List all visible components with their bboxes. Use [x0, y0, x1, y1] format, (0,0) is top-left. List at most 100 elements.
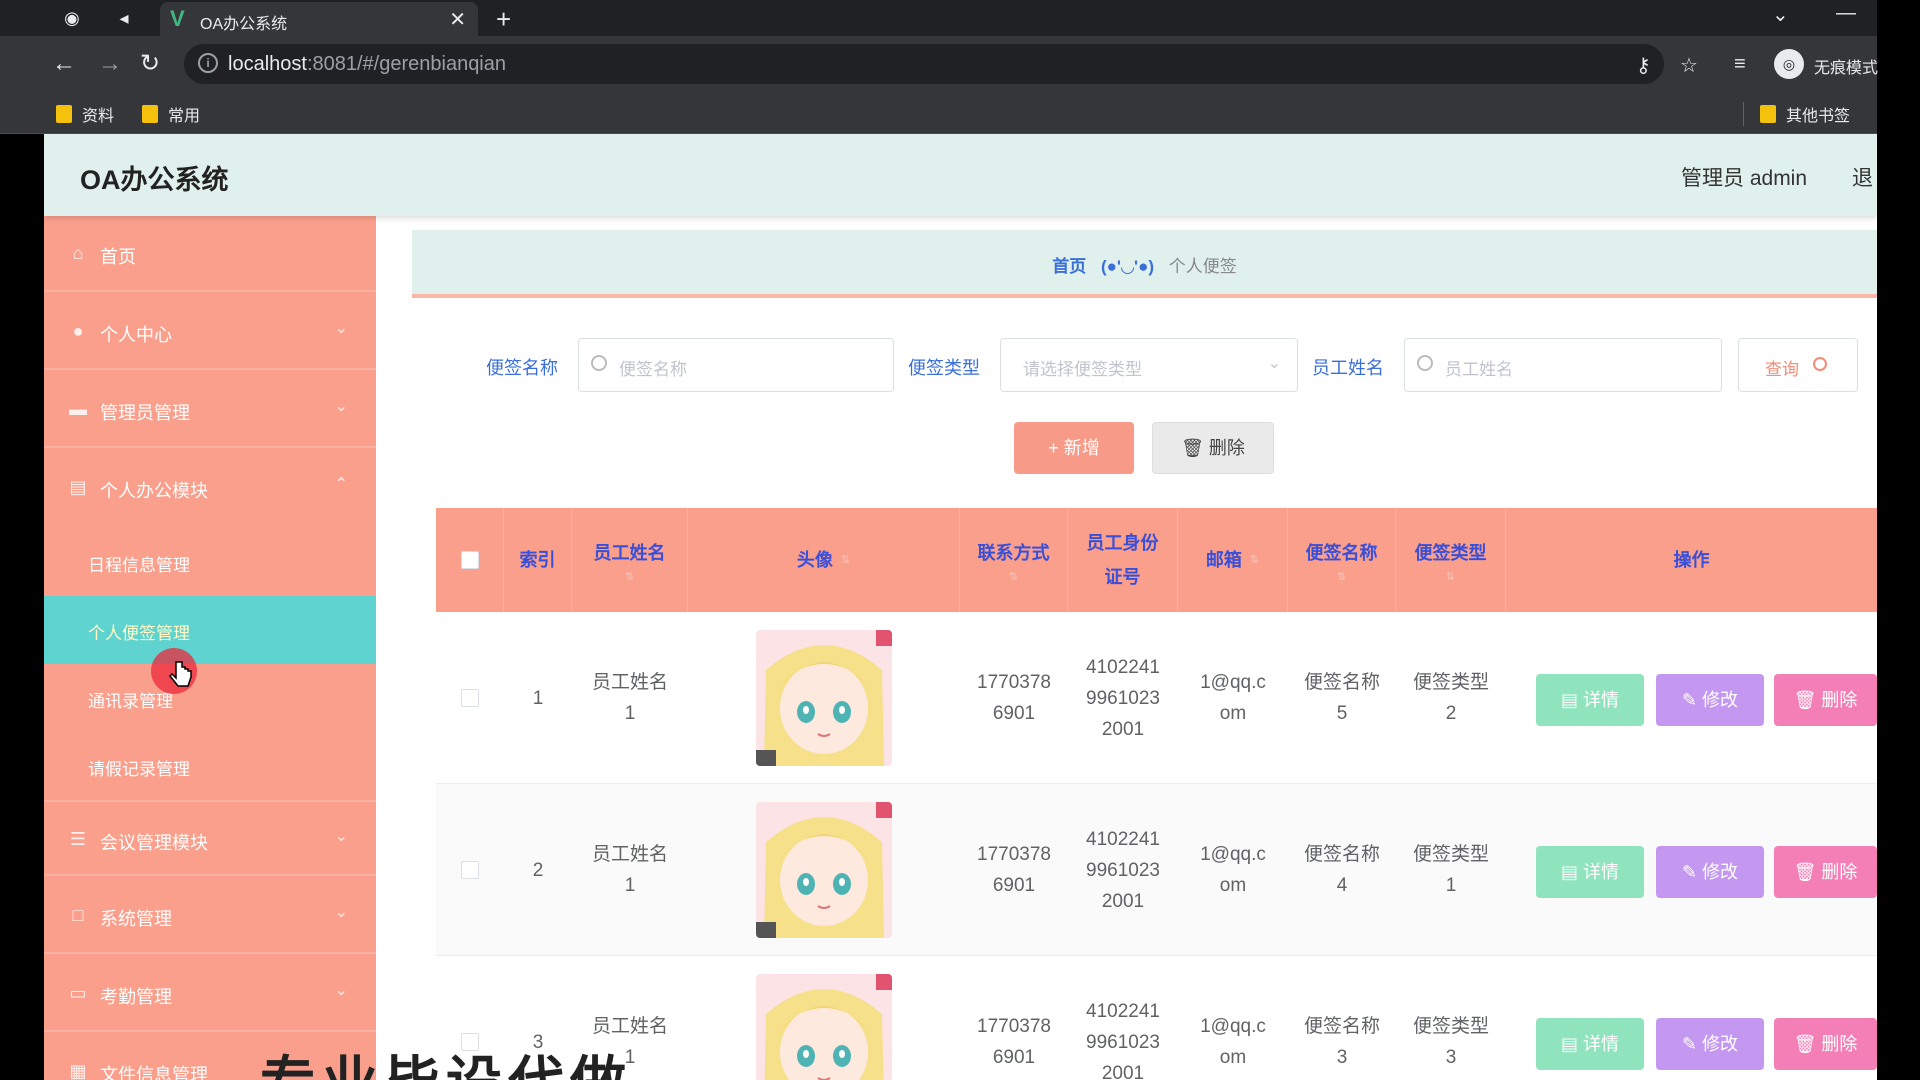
sidebar-item-office[interactable]: ▤ 个人办公模块 ⌃ [44, 450, 376, 526]
cell-index: 2 [532, 859, 544, 881]
table-row: 3 员工姓名 1 1770378 6901 4102241 9961023 2001 1… [436, 956, 1877, 1080]
detail-button[interactable]: ▤ 详情 [1536, 674, 1644, 726]
detail-button[interactable]: ▤ 详情 [1536, 1018, 1644, 1070]
trash-icon: 🗑 [1793, 690, 1822, 710]
breadcrumb-home-link[interactable]: 首页 [1052, 257, 1086, 276]
avatar-image [756, 802, 892, 938]
col-avatar[interactable]: 头像 ⇅ [688, 508, 960, 612]
reading-list-icon[interactable]: ≡ [1734, 53, 1746, 76]
breadcrumb-current: 个人便签 [1168, 257, 1237, 276]
sidebar-subitem-leave[interactable]: 请假记录管理 [44, 732, 376, 800]
sliders-icon: ☰ [69, 829, 87, 849]
note-type-label: 便签类型 [908, 358, 980, 378]
col-index[interactable]: 索引 [504, 508, 572, 612]
col-note-name[interactable]: 便签名称 ⇅ [1288, 508, 1396, 612]
query-button[interactable]: 查询 [1738, 338, 1858, 392]
sidebar-subitem-contacts[interactable]: 通讯录管理 [44, 664, 376, 732]
bookmark-star-icon[interactable]: ☆ [1680, 53, 1698, 78]
folder-icon [56, 105, 72, 123]
delete-button[interactable]: 🗑 删除 [1774, 846, 1877, 898]
file-icon: ▦ [69, 1061, 87, 1080]
sidebar-item-profile[interactable]: ● 个人中心 ⌄ [44, 294, 376, 370]
col-contact[interactable]: 联系方式 ⇅ [960, 508, 1068, 612]
user-icon: ● [72, 321, 84, 341]
sidebar-subitem-schedule[interactable]: 日程信息管理 [44, 528, 376, 596]
col-employee-name[interactable]: 员工姓名 ⇅ [572, 508, 688, 612]
select-all-checkbox[interactable] [460, 551, 479, 569]
cell-note-name: 便签名称 4 [1303, 844, 1380, 896]
sort-icon[interactable]: ⇅ [1009, 570, 1018, 584]
detail-button[interactable]: ▤ 详情 [1536, 846, 1644, 898]
cell-employee-name: 员工姓名 1 [591, 672, 668, 724]
chevron-down-icon: ⌄ [334, 904, 348, 921]
avatar[interactable] [756, 630, 892, 766]
row-checkbox[interactable] [461, 861, 479, 879]
note-name-input[interactable]: 便签名称 [578, 338, 894, 392]
mute-icon[interactable]: ◂ [112, 6, 136, 30]
sidebar-item-admin[interactable]: ▬ 管理员管理 ⌄ [44, 372, 376, 448]
site-info-icon[interactable]: i [198, 53, 218, 73]
bookmark-separator [1743, 102, 1744, 126]
trash-icon: 🗑 [1181, 438, 1209, 458]
pencil-icon: ✎ [1681, 690, 1703, 710]
col-email[interactable]: 邮箱 ⇅ [1178, 508, 1288, 612]
avatar[interactable] [756, 802, 892, 938]
sort-icon[interactable]: ⇅ [841, 553, 850, 567]
pencil-icon: ✎ [1681, 1034, 1703, 1054]
cell-avatar [688, 612, 960, 784]
vue-logo-icon: V [170, 6, 185, 31]
add-button[interactable]: + 新增 [1014, 422, 1134, 474]
batch-delete-button[interactable]: 🗑 删除 [1152, 422, 1274, 474]
search-icon [1813, 357, 1827, 371]
bookmark-folder-ziliao[interactable]: 资料 [56, 102, 114, 126]
row-select-cell [436, 612, 504, 784]
edit-button[interactable]: ✎ 修改 [1656, 674, 1764, 726]
col-note-type[interactable]: 便签类型 ⇅ [1396, 508, 1506, 612]
avatar[interactable] [756, 974, 892, 1080]
url-input[interactable]: i localhost:8081/#/gerenbianqian [184, 44, 1664, 84]
sort-icon[interactable]: ⇅ [1446, 570, 1455, 584]
logout-button[interactable]: 退 [1852, 162, 1873, 192]
key-icon[interactable]: ⚷ [1636, 53, 1651, 78]
incognito-icon[interactable]: ◎ [1774, 49, 1804, 79]
cell-id-number: 4102241 9961023 2001 [1086, 656, 1160, 740]
cell-avatar [688, 784, 960, 956]
chevron-down-icon: ⌄ [334, 320, 348, 337]
forward-icon[interactable]: → [98, 50, 122, 78]
sidebar-item-attendance[interactable]: ▭ 考勤管理 ⌄ [44, 956, 376, 1032]
sidebar-item-home[interactable]: ⌂ 首页 [44, 216, 376, 292]
app-window: OA办公系统 管理员 admin 退 ⌂ 首页 ● 个人中心 ⌄ ▬ 管理员管理… [44, 134, 1877, 1080]
tab-close-icon[interactable]: ✕ [449, 7, 466, 32]
row-checkbox[interactable] [461, 689, 479, 707]
incognito-label[interactable]: 无痕模式 [1814, 54, 1878, 78]
main-content: 首页 (●'◡'●) 个人便签 便签名称 便签名称 便签类型 请选择便签类型 ⌄… [376, 216, 1877, 1080]
sidebar-item-system[interactable]: □ 系统管理 ⌄ [44, 878, 376, 954]
pencil-icon: ✎ [1681, 862, 1703, 882]
row-select-cell [436, 784, 504, 956]
delete-button[interactable]: 🗑 删除 [1774, 674, 1877, 726]
sidebar-item-meetings[interactable]: ☰ 会议管理模块 ⌄ [44, 800, 376, 876]
delete-button[interactable]: 🗑 删除 [1774, 1018, 1877, 1070]
tab-search-icon[interactable]: ⌄ [1772, 2, 1789, 27]
globe-icon[interactable]: ◉ [60, 6, 84, 30]
minimize-icon[interactable]: — [1836, 2, 1856, 25]
sort-icon[interactable]: ⇅ [1250, 553, 1259, 567]
trash-icon: 🗑 [1793, 1034, 1822, 1054]
sort-icon[interactable]: ⇅ [625, 570, 634, 584]
note-type-select[interactable]: 请选择便签类型 ⌄ [1000, 338, 1298, 392]
sidebar-subitem-notes[interactable]: 个人便签管理 [44, 596, 376, 664]
employee-name-input[interactable]: 员工姓名 [1404, 338, 1722, 392]
edit-button[interactable]: ✎ 修改 [1656, 846, 1764, 898]
edit-button[interactable]: ✎ 修改 [1656, 1018, 1764, 1070]
bookmark-folder-changyong[interactable]: 常用 [142, 102, 200, 126]
search-icon [1417, 355, 1433, 371]
new-tab-button[interactable]: + [496, 4, 511, 35]
back-icon[interactable]: ← [52, 50, 76, 78]
other-bookmarks[interactable]: 其他书签 [1760, 102, 1850, 126]
sort-icon[interactable]: ⇅ [1337, 570, 1346, 584]
cell-email: 1@qq.c om [1200, 672, 1266, 724]
reload-icon[interactable]: ↻ [140, 50, 160, 78]
col-id-number[interactable]: 员工身份 证号 [1068, 508, 1178, 612]
document-icon: ▤ [1560, 862, 1583, 882]
browser-tab[interactable]: V OA办公系统 ✕ [160, 2, 478, 36]
